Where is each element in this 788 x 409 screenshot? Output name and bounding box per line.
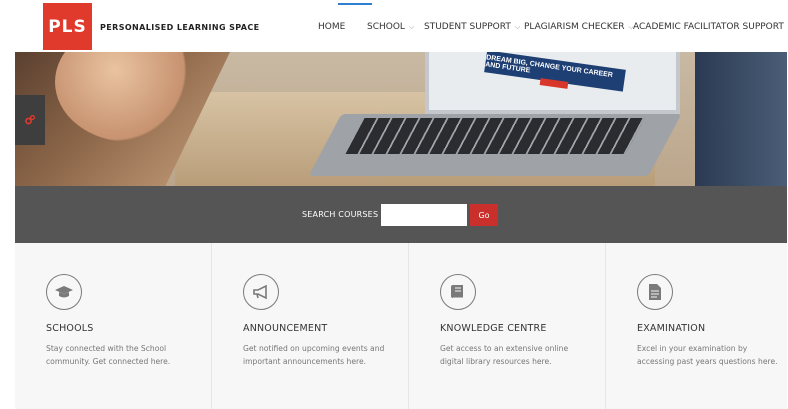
card-title: KNOWLEDGE CENTRE: [440, 323, 547, 334]
feature-cards: SCHOOLS Stay connected with the School c…: [15, 243, 787, 409]
nav-school[interactable]: SCHOOL ⌵: [367, 22, 414, 32]
book-icon: [440, 274, 476, 310]
document-icon: [637, 274, 673, 310]
card-announcement[interactable]: ANNOUNCEMENT Get notified on upcoming ev…: [212, 243, 409, 409]
megaphone-icon: [243, 274, 279, 310]
chevron-down-icon: ⌵: [514, 23, 521, 31]
card-title: EXAMINATION: [637, 323, 706, 334]
search-go-button[interactable]: Go: [470, 204, 498, 226]
hero-right-shadow: [695, 52, 787, 186]
card-title: ANNOUNCEMENT: [243, 323, 328, 334]
nav-plagiarism-checker[interactable]: PLAGIARISM CHECKER ⌵: [524, 22, 634, 32]
graduation-cap-icon: [46, 274, 82, 310]
laptop-keys: [345, 118, 645, 154]
card-description: Stay connected with the School community…: [46, 344, 171, 366]
hero-image: DREAM BIG, CHANGE YOUR CAREER AND FUTURE: [15, 52, 787, 186]
card-knowledge-centre[interactable]: KNOWLEDGE CENTRE Get access to an extens…: [409, 243, 606, 409]
card-description: Get notified on upcoming events and impo…: [243, 344, 385, 366]
search-courses-bar: SEARCH COURSES Go: [15, 186, 787, 243]
search-input[interactable]: [381, 204, 467, 226]
chevron-down-icon: ⌵: [408, 23, 415, 31]
settings-tab[interactable]: [15, 95, 45, 145]
nav-home[interactable]: HOME: [318, 22, 345, 32]
site-header: PLS PERSONALISED LEARNING SPACE HOME SCH…: [0, 0, 788, 52]
nav-academic-facilitator-support[interactable]: ACADEMIC FACILITATOR SUPPORT⌵: [633, 22, 788, 32]
card-examination[interactable]: EXAMINATION Excel in your examination by…: [606, 243, 788, 409]
nav-student-support[interactable]: STUDENT SUPPORT ⌵: [424, 22, 520, 32]
gears-icon: [25, 114, 36, 125]
main-nav: HOME SCHOOL ⌵ STUDENT SUPPORT ⌵ PLAGIARISM…: [0, 22, 788, 36]
card-schools[interactable]: SCHOOLS Stay connected with the School c…: [15, 243, 212, 409]
search-label: SEARCH COURSES: [302, 210, 379, 219]
card-title: SCHOOLS: [46, 323, 94, 334]
card-description: Excel in your examination by accessing p…: [637, 344, 778, 366]
card-description: Get access to an extensive online digita…: [440, 344, 569, 366]
top-accent-line: [338, 3, 372, 5]
